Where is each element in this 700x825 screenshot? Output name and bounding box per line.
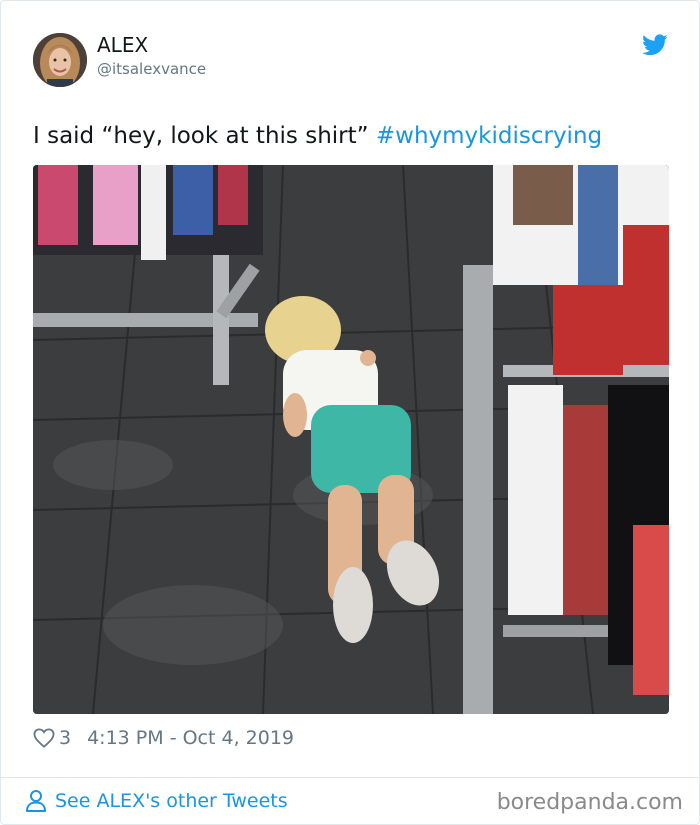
tweet-photo[interactable] [33,165,669,714]
heart-icon[interactable] [33,728,55,748]
see-other-tweets-label[interactable]: See ALEX's other Tweets [55,790,288,812]
person-icon [26,790,46,812]
hashtag-link[interactable]: #whymykidiscrying [376,123,602,149]
display-name[interactable]: ALEX [97,33,148,57]
like-count: 3 [59,727,72,749]
tweet-meta: 3 4:13 PM - Oct 4, 2019 [33,725,294,751]
footer-divider [1,777,699,778]
watermark: boredpanda.com [496,790,683,815]
avatar[interactable] [33,33,87,87]
see-other-tweets-link[interactable]: See ALEX's other Tweets [25,789,288,813]
tweet-body: I said “hey, look at this shirt” [33,123,376,149]
tweet-card: ALEX @itsalexvance I said “hey, look at … [0,0,700,825]
tweet-text: I said “hey, look at this shirt” #whymyk… [33,123,602,149]
tweet-timestamp[interactable]: 4:13 PM - Oct 4, 2019 [87,727,294,749]
user-handle[interactable]: @itsalexvance [97,60,206,78]
twitter-bird-icon[interactable] [642,34,668,58]
